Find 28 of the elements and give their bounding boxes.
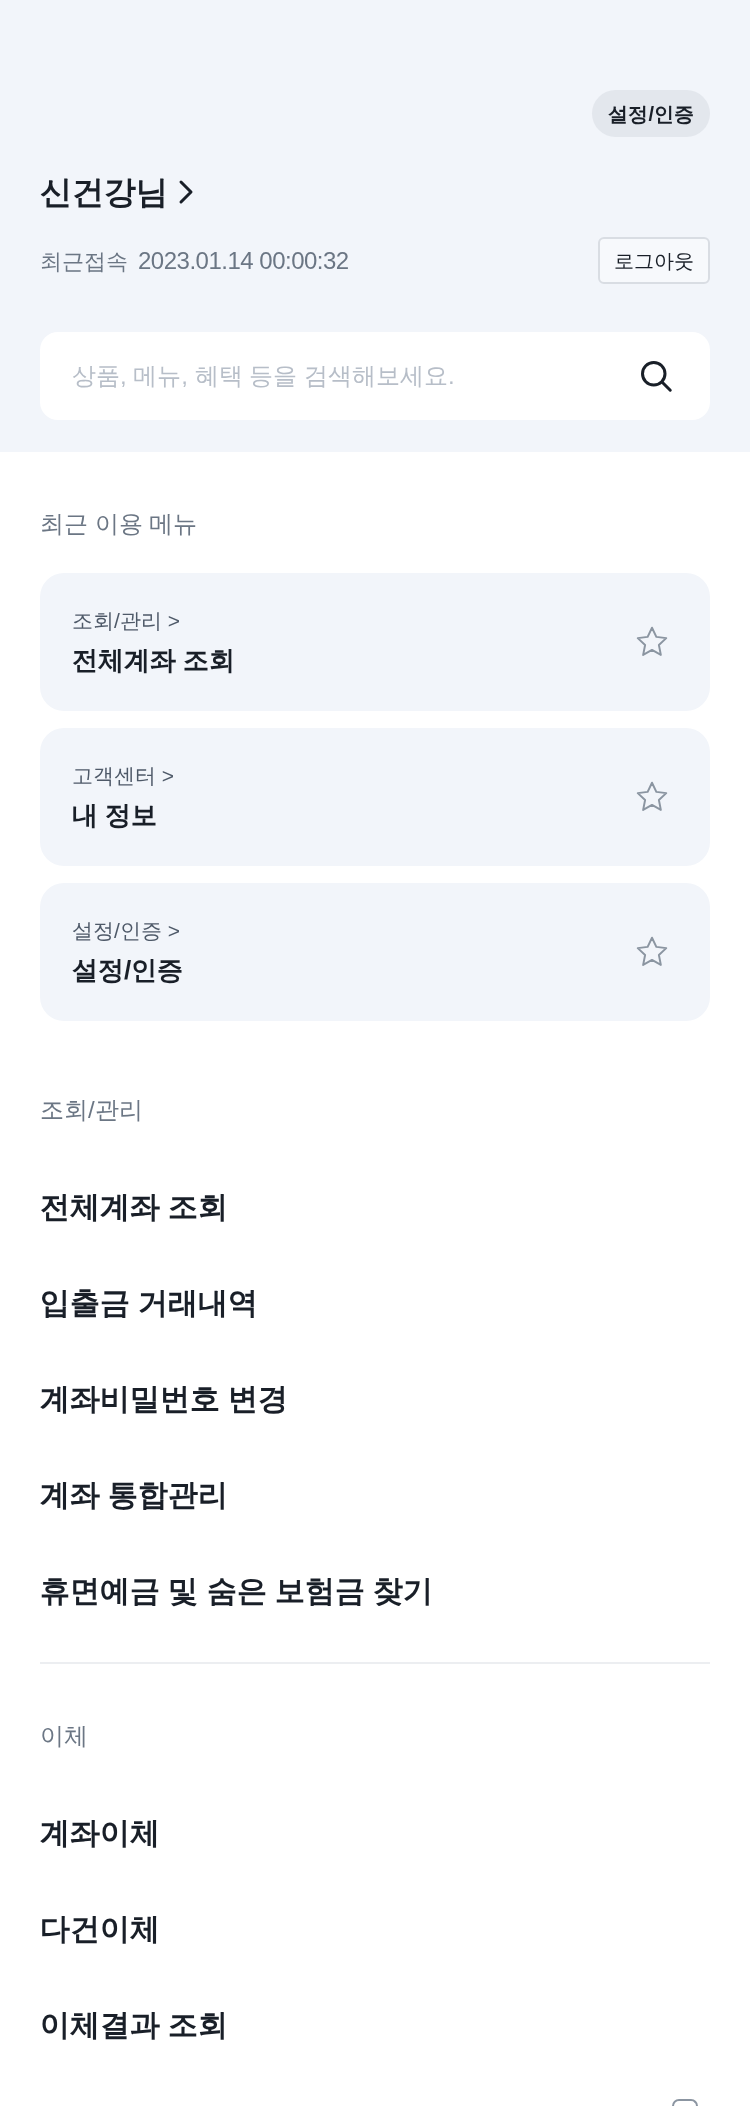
menu-link[interactable]: 이체결과 조회 <box>40 2005 229 2045</box>
menu-link[interactable]: 다건이체 <box>40 1909 160 1949</box>
last-login-label: 최근접속 <box>40 247 128 276</box>
menu-title: 내 정보 <box>72 799 158 832</box>
recent-menu-card[interactable]: 설정/인증 > 설정/인증 <box>40 883 710 1021</box>
menu-link[interactable]: 휴면예금 및 숨은 보험금 찾기 <box>40 1571 434 1611</box>
recent-menu-card[interactable]: 고객센터 > 내 정보 <box>40 728 710 866</box>
menu-link[interactable]: 입출금 거래내역 <box>40 1283 259 1323</box>
search-icon[interactable] <box>638 358 674 394</box>
menu-path: 설정/인증 > <box>72 918 180 944</box>
section-title: 조회/관리 <box>40 1095 143 1125</box>
menu-link[interactable]: 전체계좌 조회 <box>40 1187 229 1227</box>
menu-link[interactable]: 계좌이체 <box>40 1813 160 1853</box>
settings-button[interactable]: 설정/인증 <box>592 90 710 137</box>
logout-button[interactable]: 로그아웃 <box>598 237 710 284</box>
search-field[interactable]: 상품, 메뉴, 혜택 등을 검색해보세요. <box>40 332 710 420</box>
menu-link[interactable]: 계좌 통합관리 <box>40 1475 229 1515</box>
chevron-right-icon[interactable] <box>178 179 194 205</box>
menu-link[interactable]: 계좌비밀번호 변경 <box>40 1379 289 1419</box>
last-login-time: 2023.01.14 00:00:32 <box>138 245 349 276</box>
menu-path: 조회/관리 > <box>72 608 180 634</box>
user-name[interactable]: 신건강님 <box>40 172 168 212</box>
menu-path: 고객센터 > <box>72 763 175 789</box>
menu-title: 설정/인증 <box>72 954 184 987</box>
section-title: 이체 <box>40 1721 88 1751</box>
section-title: 최근 이용 메뉴 <box>40 509 198 539</box>
recent-menu-card[interactable]: 조회/관리 > 전체계좌 조회 <box>40 573 710 711</box>
menu-title: 전체계좌 조회 <box>72 644 236 677</box>
